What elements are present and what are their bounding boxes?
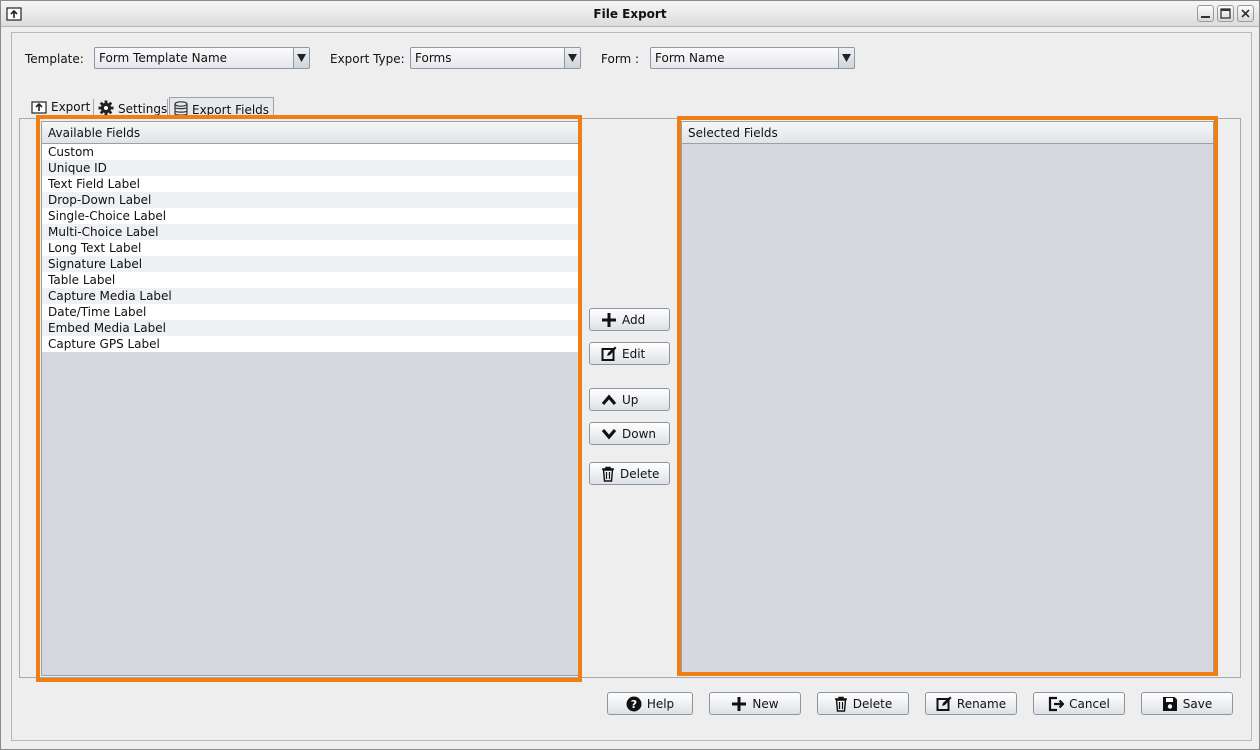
close-button[interactable]	[1237, 5, 1254, 22]
save-button[interactable]: Save	[1141, 692, 1233, 715]
list-item[interactable]: Embed Media Label	[42, 320, 578, 336]
down-button-label: Down	[622, 426, 657, 441]
template-value: Form Template Name	[99, 51, 228, 65]
trash-icon	[834, 696, 848, 712]
form-value: Form Name	[655, 51, 725, 65]
cancel-button[interactable]: Cancel	[1033, 692, 1125, 715]
list-item[interactable]: Capture GPS Label	[42, 336, 578, 352]
form-select[interactable]: Form Name	[650, 47, 855, 69]
tab-export[interactable]: Export	[27, 97, 94, 118]
save-button-label: Save	[1182, 696, 1213, 711]
trash-icon	[601, 466, 615, 482]
title-bar[interactable]: File Export	[1, 1, 1259, 27]
help-button[interactable]: ? Help	[607, 692, 693, 715]
tab-settings[interactable]: Settings	[94, 97, 171, 118]
template-label: Template:	[25, 52, 84, 66]
available-fields-rows: Custom Unique ID Text Field Label Drop-Down…	[42, 144, 578, 352]
chevron-up-icon	[601, 394, 617, 406]
file-export-window: File Export Template: Form Template Name…	[0, 0, 1260, 750]
export-type-label: Export Type:	[330, 52, 405, 66]
database-icon	[174, 101, 192, 117]
delete-button-label: Delete	[852, 696, 893, 711]
tab-divider	[167, 99, 168, 116]
edit-icon	[601, 346, 617, 362]
svg-text:?: ?	[631, 698, 637, 711]
delete-button[interactable]: Delete	[817, 692, 909, 715]
delete-field-button-label: Delete	[620, 466, 660, 481]
new-button[interactable]: New	[709, 692, 801, 715]
chevron-down-icon[interactable]	[293, 48, 309, 68]
plus-icon	[601, 312, 617, 328]
up-button-label: Up	[622, 392, 639, 407]
help-icon: ?	[626, 696, 642, 712]
available-fields-header: Available Fields	[42, 122, 578, 144]
rename-button[interactable]: Rename	[925, 692, 1017, 715]
edit-button[interactable]: Edit	[589, 342, 670, 365]
list-item[interactable]: Drop-Down Label	[42, 192, 578, 208]
minimize-button[interactable]	[1197, 5, 1214, 22]
save-icon	[1162, 696, 1178, 712]
plus-icon	[731, 696, 747, 712]
up-button[interactable]: Up	[589, 388, 670, 411]
available-fields-list[interactable]: Available Fields Custom Unique ID Text Fie…	[41, 121, 579, 676]
help-button-label: Help	[646, 696, 675, 711]
list-item[interactable]: Table Label	[42, 272, 578, 288]
chevron-down-icon[interactable]	[564, 48, 580, 68]
maximize-button[interactable]	[1217, 5, 1234, 22]
sign-out-icon	[1048, 696, 1065, 712]
list-item[interactable]: Text Field Label	[42, 176, 578, 192]
list-item[interactable]: Date/Time Label	[42, 304, 578, 320]
template-select[interactable]: Form Template Name	[94, 47, 310, 69]
cancel-button-label: Cancel	[1069, 696, 1110, 711]
list-item[interactable]: Custom	[42, 144, 578, 160]
new-button-label: New	[752, 696, 779, 711]
list-item[interactable]: Capture Media Label	[42, 288, 578, 304]
rename-button-label: Rename	[956, 696, 1007, 711]
export-type-value: Forms	[415, 51, 452, 65]
export-type-select[interactable]: Forms	[410, 47, 581, 69]
add-button[interactable]: Add	[589, 308, 670, 331]
list-item[interactable]: Unique ID	[42, 160, 578, 176]
list-item[interactable]: Long Text Label	[42, 240, 578, 256]
export-icon	[31, 100, 51, 114]
edit-button-label: Edit	[622, 346, 646, 361]
tab-export-label: Export	[51, 100, 91, 114]
add-button-label: Add	[622, 312, 646, 327]
chevron-down-icon	[601, 428, 617, 440]
delete-field-button[interactable]: Delete	[589, 462, 670, 485]
form-label: Form :	[601, 52, 640, 66]
down-button[interactable]: Down	[589, 422, 670, 445]
tab-settings-label: Settings	[118, 102, 168, 116]
list-item[interactable]: Signature Label	[42, 256, 578, 272]
list-item[interactable]: Multi-Choice Label	[42, 224, 578, 240]
chevron-down-icon[interactable]	[838, 48, 854, 68]
list-item[interactable]: Single-Choice Label	[42, 208, 578, 224]
selected-fields-header: Selected Fields	[682, 122, 1213, 144]
selected-fields-list[interactable]: Selected Fields	[681, 121, 1214, 676]
tab-export-fields[interactable]: Export Fields	[169, 97, 275, 118]
gear-icon	[98, 100, 118, 116]
tab-export-fields-label: Export Fields	[192, 103, 270, 117]
window-title: File Export	[593, 7, 667, 21]
edit-icon	[936, 696, 952, 712]
